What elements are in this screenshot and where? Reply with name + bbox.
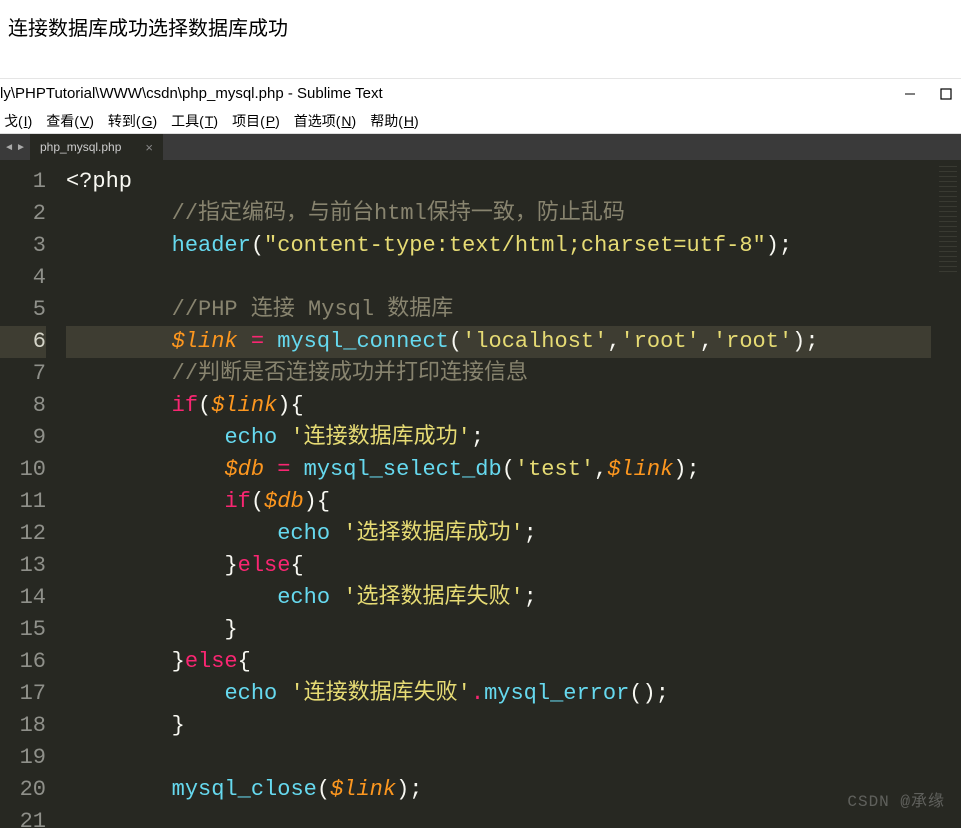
tab-php-mysql[interactable]: php_mysql.php ×	[30, 134, 163, 160]
code-editor[interactable]: 123456789101112131415161718192021 <?php …	[0, 160, 961, 828]
line-number: 15	[0, 614, 46, 646]
menu-item-project[interactable]: 项目(P)	[232, 111, 280, 131]
line-number-gutter: 123456789101112131415161718192021	[0, 160, 60, 828]
line-number: 9	[0, 422, 46, 454]
minimize-icon[interactable]	[903, 87, 917, 101]
line-number: 11	[0, 486, 46, 518]
code-line: echo '连接数据库成功';	[66, 422, 931, 454]
line-number: 14	[0, 582, 46, 614]
line-number: 21	[0, 806, 46, 838]
code-line	[66, 262, 931, 294]
code-line: if($link){	[66, 390, 931, 422]
code-line: //PHP 连接 Mysql 数据库	[66, 294, 931, 326]
minimap[interactable]	[931, 160, 961, 828]
line-number: 19	[0, 742, 46, 774]
menu-item-view[interactable]: 查看(V)	[46, 111, 94, 131]
tab-strip: ◄► php_mysql.php ×	[0, 134, 961, 160]
line-number: 10	[0, 454, 46, 486]
line-number: 3	[0, 230, 46, 262]
tab-nav-arrows[interactable]: ◄►	[0, 134, 30, 160]
code-line: echo '选择数据库成功';	[66, 518, 931, 550]
code-line: }	[66, 710, 931, 742]
code-line: }	[66, 614, 931, 646]
menu-item-preferences[interactable]: 首选项(N)	[294, 111, 356, 131]
window-controls	[903, 87, 953, 101]
line-number: 6	[0, 326, 46, 358]
browser-output: 连接数据库成功选择数据库成功	[0, 0, 961, 78]
code-line: }else{	[66, 550, 931, 582]
line-number: 1	[0, 166, 46, 198]
line-number: 13	[0, 550, 46, 582]
line-number: 4	[0, 262, 46, 294]
line-number: 12	[0, 518, 46, 550]
menu-item-0[interactable]: 戈(I)	[4, 111, 32, 131]
code-line: //判断是否连接成功并打印连接信息	[66, 358, 931, 390]
menu-item-help[interactable]: 帮助(H)	[370, 111, 418, 131]
code-line-active: $link = mysql_connect('localhost','root'…	[66, 326, 931, 358]
code-line: $db = mysql_select_db('test',$link);	[66, 454, 931, 486]
line-number: 7	[0, 358, 46, 390]
menu-item-goto[interactable]: 转到(G)	[108, 111, 157, 131]
line-number: 17	[0, 678, 46, 710]
code-line: header("content-type:text/html;charset=u…	[66, 230, 931, 262]
close-icon[interactable]: ×	[145, 140, 153, 155]
maximize-icon[interactable]	[939, 87, 953, 101]
line-number: 18	[0, 710, 46, 742]
line-number: 8	[0, 390, 46, 422]
tab-label: php_mysql.php	[40, 140, 121, 154]
code-line: echo '选择数据库失败';	[66, 582, 931, 614]
line-number: 16	[0, 646, 46, 678]
code-line: echo '连接数据库失败'.mysql_error();	[66, 678, 931, 710]
line-number: 5	[0, 294, 46, 326]
code-line	[66, 742, 931, 774]
menu-bar: 戈(I) 查看(V) 转到(G) 工具(T) 项目(P) 首选项(N) 帮助(H…	[0, 108, 961, 134]
code-area[interactable]: <?php //指定编码，与前台html保持一致，防止乱码 header("co…	[60, 160, 931, 828]
code-line: if($db){	[66, 486, 931, 518]
code-line: }else{	[66, 646, 931, 678]
line-number: 20	[0, 774, 46, 806]
line-number: 2	[0, 198, 46, 230]
code-line: //指定编码，与前台html保持一致，防止乱码	[66, 198, 931, 230]
menu-item-tools[interactable]: 工具(T)	[171, 111, 218, 131]
code-line: <?php	[66, 166, 931, 198]
window-titlebar: ly\PHPTutorial\WWW\csdn\php_mysql.php - …	[0, 78, 961, 108]
php-output-text: 连接数据库成功选择数据库成功	[8, 18, 288, 40]
window-title: ly\PHPTutorial\WWW\csdn\php_mysql.php - …	[0, 85, 383, 102]
code-line: mysql_close($link);	[66, 774, 931, 806]
